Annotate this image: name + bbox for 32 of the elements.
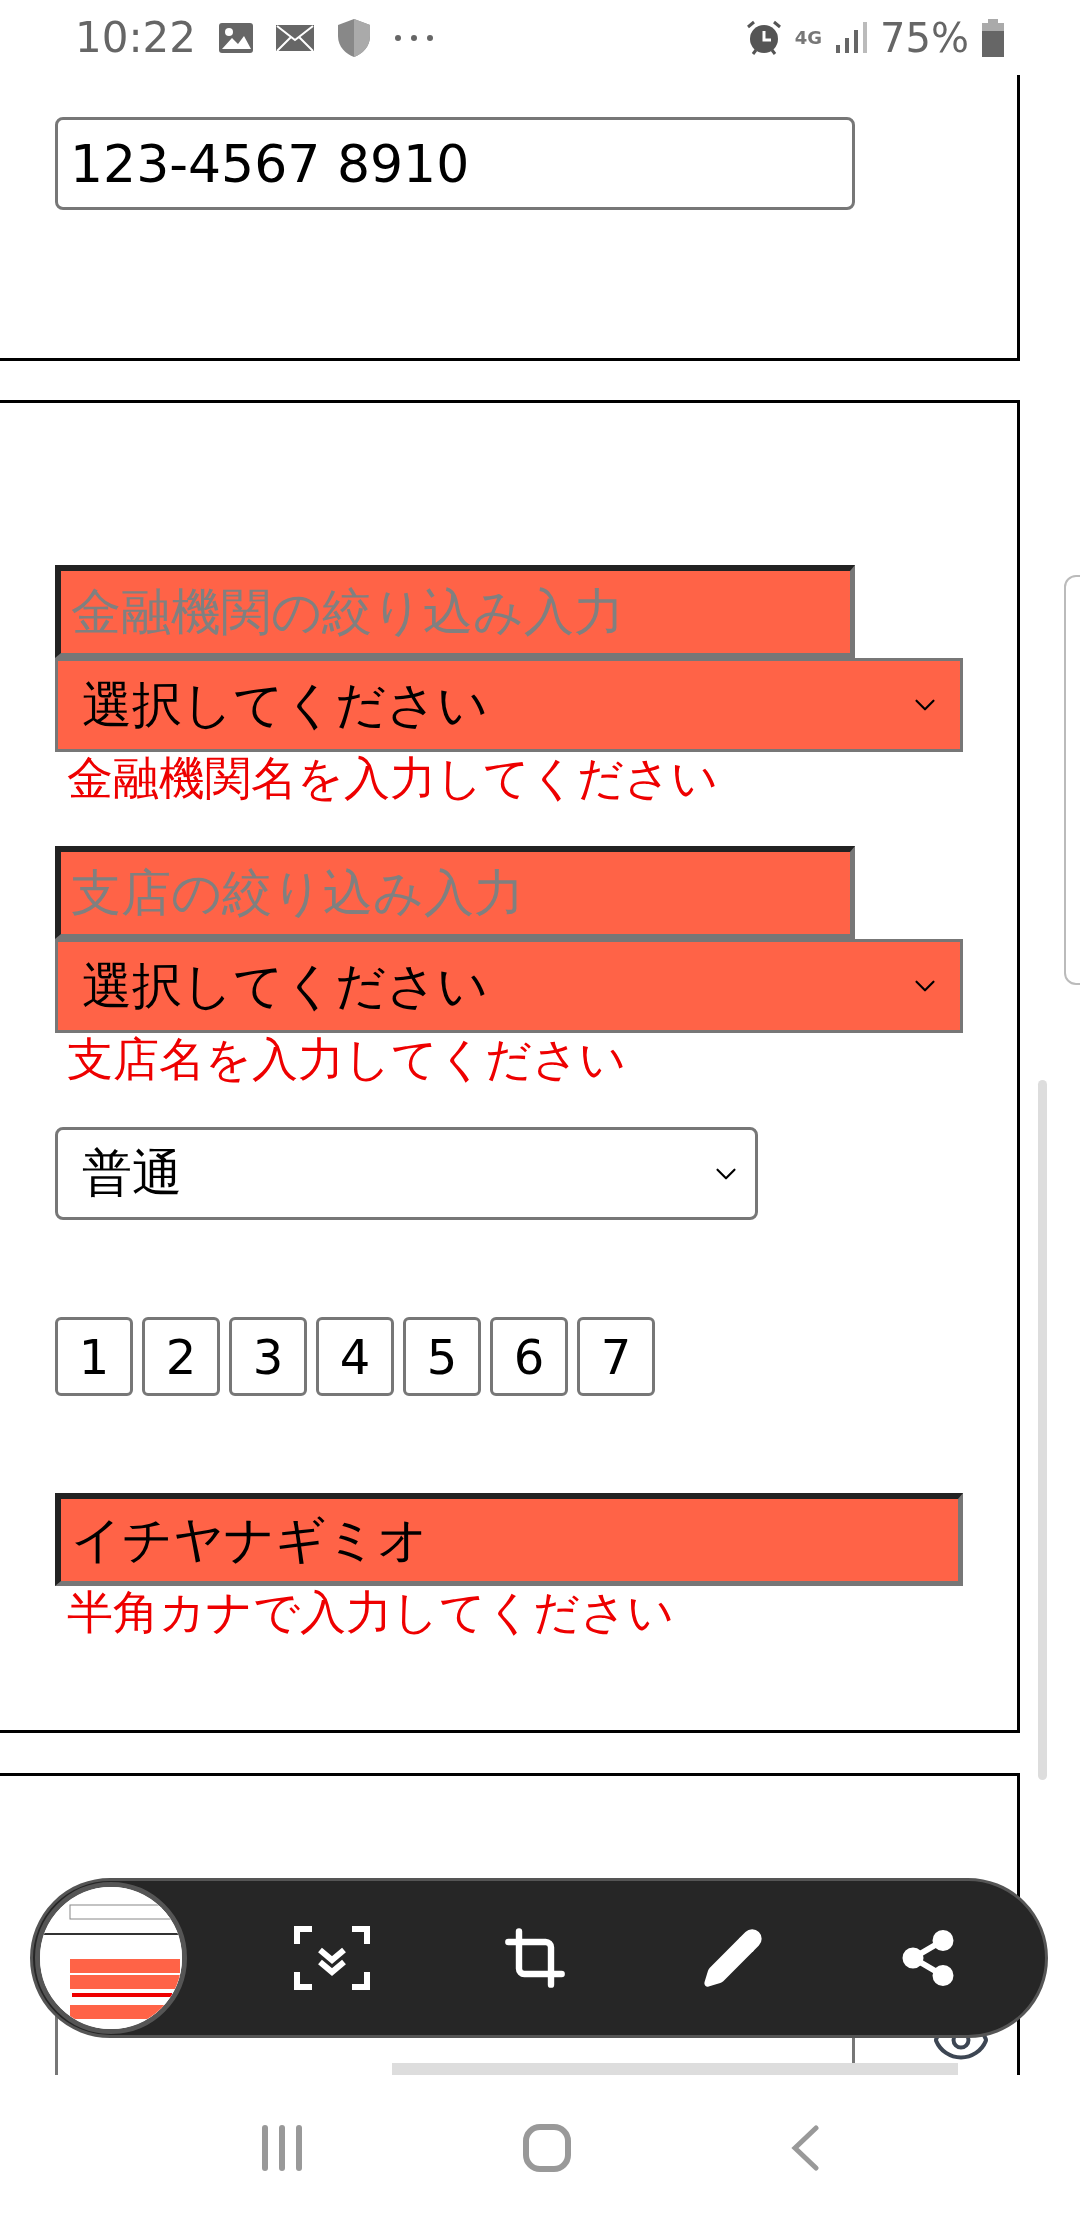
select-dropdown[interactable]: 選択してください: [55, 939, 963, 1033]
error-message: 金融機関名を入力してください: [66, 752, 718, 804]
battery-icon: [981, 18, 1005, 57]
digit-field[interactable]: 4: [316, 1317, 394, 1396]
digit-field[interactable]: 5: [403, 1317, 481, 1396]
home-icon[interactable]: [523, 2123, 571, 2172]
image-icon: [218, 21, 255, 54]
digit-field[interactable]: 1: [55, 1317, 133, 1396]
back-icon[interactable]: [790, 2124, 821, 2171]
mail-icon: [276, 22, 315, 53]
recent-apps-icon[interactable]: [259, 2124, 304, 2171]
more-icon: [394, 33, 435, 42]
phone-field[interactable]: 123-4567 8910: [55, 117, 855, 210]
crop-icon[interactable]: [503, 1926, 568, 1990]
name-field[interactable]: イチヤナギミオ: [55, 1493, 963, 1586]
clock-time: 10:22: [75, 12, 197, 64]
alarm-icon: [744, 18, 783, 57]
select-dropdown[interactable]: 普通: [55, 1127, 758, 1220]
filter-field[interactable]: 支店の絞り込み入力: [55, 846, 855, 939]
battery-percent: 75%: [880, 13, 969, 63]
digit-field[interactable]: 3: [229, 1317, 307, 1396]
digit-field[interactable]: 6: [490, 1317, 568, 1396]
select-dropdown[interactable]: 選択してください: [55, 658, 963, 752]
network-label: 4G: [794, 28, 823, 47]
error-message: 支店名を入力してください: [66, 1033, 626, 1085]
digit-field[interactable]: 2: [142, 1317, 220, 1396]
shield-icon: [336, 17, 373, 58]
scroll-capture-icon[interactable]: [293, 1926, 370, 1990]
signal-icon: [834, 20, 869, 55]
digit-field[interactable]: 7: [577, 1317, 655, 1396]
filter-field[interactable]: 金融機関の絞り込み入力: [55, 565, 855, 658]
error-message: 半角カナで入力してください: [66, 1586, 674, 1638]
